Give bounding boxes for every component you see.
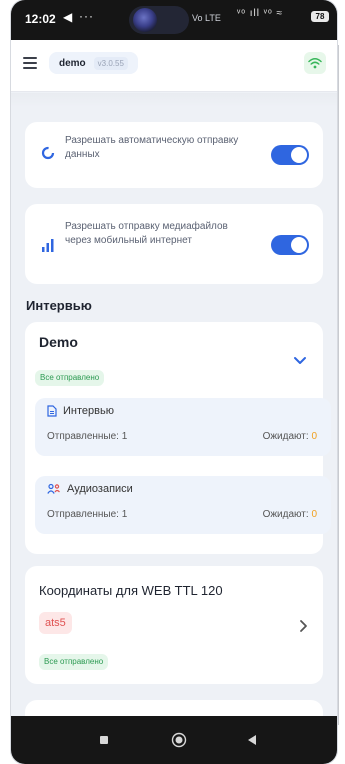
interviews-waiting: Ожидают: 0 — [262, 431, 317, 442]
status-time: 12:02 — [25, 12, 56, 26]
interviews-sent-count: 1 — [121, 431, 128, 442]
system-nav-bar — [11, 716, 337, 764]
interviews-sent: Отправленные: 1 — [47, 431, 128, 442]
app-bar: demo v3.0.55 — [11, 40, 337, 92]
audio-waiting: Ожидают: 0 — [262, 509, 317, 520]
screen: л 12:02 ◀ ··· Vo LTE ᵛᵒ ıll ᵛᵒ ≈ 78 demo… — [0, 0, 345, 764]
audio-group: Аудиозаписи Отправленные: 1 Ожидают: 0 — [35, 476, 331, 534]
app-name: demo — [59, 57, 86, 69]
coordinates-survey-card[interactable]: Координаты для WEB TTL 120 ats5 Все отпр… — [25, 566, 323, 684]
signal-bars-icon — [42, 239, 54, 252]
interviews-header: Интервью — [47, 405, 114, 417]
back-triangle-icon[interactable] — [247, 734, 257, 746]
app-chip[interactable]: demo v3.0.55 — [49, 52, 138, 74]
chevron-right-icon[interactable] — [299, 619, 308, 633]
media-mobile-card: Разрешать отправку медиафайлов через моб… — [25, 204, 323, 284]
home-circle-icon[interactable] — [171, 732, 187, 748]
battery-icon: 78 — [311, 11, 329, 22]
audio-sent: Отправленные: 1 — [47, 509, 128, 520]
auto-send-card: Разрешать автоматическую отправку данных — [25, 122, 323, 188]
media-mobile-toggle[interactable] — [271, 235, 309, 255]
divider-line — [338, 45, 339, 725]
section-title-interviews: Интервью — [26, 298, 92, 313]
auto-send-label: Разрешать автоматическую отправку данных — [65, 135, 239, 160]
phone-frame: 12:02 ◀ ··· Vo LTE ᵛᵒ ıll ᵛᵒ ≈ 78 demo v… — [11, 0, 337, 764]
interviews-label: Интервью — [63, 405, 114, 417]
camera-icon — [133, 8, 157, 32]
coordinates-tag: ats5 — [39, 612, 72, 634]
audio-sent-count: 1 — [121, 509, 128, 520]
document-icon — [47, 405, 57, 417]
interviews-group: Интервью Отправленные: 1 Ожидают: 0 — [35, 398, 331, 456]
coordinates-status-badge: Все отправлено — [39, 654, 109, 670]
sync-icon — [41, 146, 55, 160]
media-mobile-label: Разрешать отправку медиафайлов через моб… — [65, 221, 228, 246]
wifi-status-button[interactable] — [304, 52, 326, 74]
audio-people-icon — [47, 483, 60, 494]
demo-survey-card[interactable]: Demo Все отправлено Интервью Отправленны… — [25, 322, 331, 554]
square-icon[interactable] — [99, 735, 109, 745]
audio-waiting-count: 0 — [311, 509, 317, 520]
coordinates-title: Координаты для WEB TTL 120 — [39, 583, 223, 598]
status-bar: 12:02 ◀ ··· Vo LTE ᵛᵒ ıll ᵛᵒ ≈ 78 — [11, 0, 337, 40]
more-notifications-icon: ··· — [79, 9, 94, 23]
scroll-shadow — [11, 93, 337, 107]
demo-status-badge: Все отправлено — [35, 370, 105, 386]
signal-indicators: ᵛᵒ ıll ᵛᵒ ≈ — [237, 8, 284, 19]
interviews-waiting-count: 0 — [311, 431, 317, 442]
app-version: v3.0.55 — [93, 56, 128, 70]
audio-label: Аудиозаписи — [67, 483, 133, 495]
wifi-icon — [308, 58, 322, 69]
audio-header: Аудиозаписи — [47, 483, 133, 495]
chevron-down-icon[interactable] — [293, 356, 307, 366]
auto-send-toggle[interactable] — [271, 145, 309, 165]
demo-title: Demo — [39, 334, 78, 350]
telegram-arrow-icon: ◀ — [63, 10, 73, 24]
volte-indicator: Vo LTE — [192, 13, 221, 23]
menu-icon[interactable] — [23, 57, 37, 69]
